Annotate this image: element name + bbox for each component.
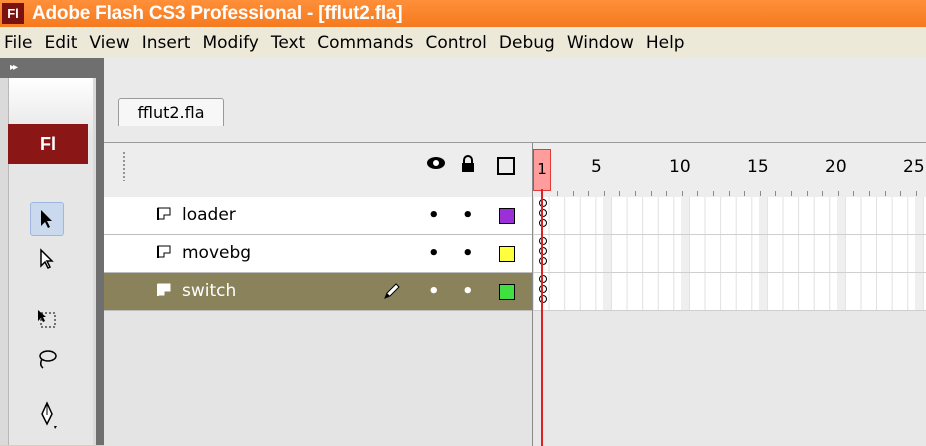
- layer-icon: [156, 283, 172, 301]
- free-transform-tool-icon[interactable]: [30, 302, 64, 336]
- timeline-grip[interactable]: [122, 151, 126, 181]
- lock-dot[interactable]: •: [462, 243, 474, 264]
- menu-control[interactable]: Control: [419, 33, 492, 53]
- ruler-tick: [837, 191, 839, 196]
- layer-name[interactable]: loader: [182, 205, 236, 225]
- frame-row-switch[interactable]: [533, 273, 926, 311]
- flash-logo: Fl: [8, 124, 88, 164]
- pen-tool-icon[interactable]: [30, 398, 64, 432]
- menu-text[interactable]: Text: [265, 33, 311, 53]
- layer-name[interactable]: movebg: [182, 243, 251, 263]
- pencil-icon: [382, 281, 402, 306]
- frame-ruler[interactable]: 5 10 15 20 25: [533, 143, 926, 198]
- layer-icon: [156, 245, 172, 263]
- visibility-dot[interactable]: •: [428, 281, 440, 302]
- selection-tool-icon[interactable]: [30, 202, 64, 236]
- visibility-dot[interactable]: •: [428, 243, 440, 264]
- ruler-tick: [900, 191, 902, 196]
- frames-panel: 5 10 15 20 25 1: [532, 143, 926, 446]
- ruler-label: 20: [825, 157, 847, 177]
- document-tab-fflut2[interactable]: fflut2.fla: [118, 98, 224, 126]
- menu-commands[interactable]: Commands: [311, 33, 419, 53]
- menu-view[interactable]: View: [83, 33, 135, 53]
- ruler-tick: [619, 191, 621, 196]
- ruler-tick: [775, 191, 777, 196]
- ruler-tick: [681, 191, 683, 196]
- outline-color-swatch[interactable]: [499, 208, 515, 224]
- layer-name[interactable]: switch: [182, 281, 236, 301]
- ruler-label: 10: [669, 157, 691, 177]
- playhead[interactable]: 1: [533, 149, 551, 191]
- ruler-tick: [713, 191, 714, 196]
- menu-edit[interactable]: Edit: [38, 33, 83, 53]
- ruler-tick: [759, 191, 761, 196]
- ruler-tick: [666, 191, 668, 196]
- visibility-dot[interactable]: •: [428, 205, 440, 226]
- layer-row-movebg[interactable]: movebg • •: [104, 235, 532, 273]
- document-window: fflut2.fla loader • • movebg • • switch …: [96, 58, 926, 446]
- ruler-tick: [635, 191, 636, 196]
- layer-row-loader[interactable]: loader • •: [104, 197, 532, 235]
- ruler-tick: [869, 191, 870, 196]
- outline-color-swatch[interactable]: [499, 246, 515, 262]
- layer-row-switch[interactable]: switch • •: [104, 273, 532, 311]
- lock-dot[interactable]: •: [462, 281, 474, 302]
- ruler-tick: [650, 191, 652, 196]
- ruler-tick: [915, 191, 917, 196]
- frame-row-loader[interactable]: [533, 197, 926, 235]
- ruler-tick: [728, 191, 730, 196]
- frame-row-movebg[interactable]: [533, 235, 926, 273]
- tools-panel: ▸▸ Fl: [0, 58, 96, 445]
- ruler-tick: [603, 191, 605, 196]
- layer-panel: loader • • movebg • • switch • •: [104, 143, 532, 446]
- outline-icon[interactable]: [497, 157, 515, 175]
- lock-dot[interactable]: •: [462, 205, 474, 226]
- ruler-label: 25: [903, 157, 925, 177]
- panel-collapse-icon[interactable]: ▸▸: [0, 58, 96, 78]
- ruler-tick: [822, 191, 824, 196]
- ruler-tick: [572, 191, 574, 196]
- ruler-tick: [744, 191, 746, 196]
- timeline: loader • • movebg • • switch • • 5 10 15…: [104, 142, 926, 446]
- ruler-tick: [853, 191, 855, 196]
- menu-debug[interactable]: Debug: [493, 33, 561, 53]
- layer-header: [104, 143, 532, 198]
- title-bar: Fl Adobe Flash CS3 Professional - [fflut…: [0, 0, 926, 27]
- ruler-label: 15: [747, 157, 769, 177]
- ruler-label: 5: [591, 157, 602, 177]
- layer-icon: [156, 207, 172, 225]
- playhead-line[interactable]: [541, 189, 543, 446]
- outline-color-swatch[interactable]: [499, 284, 515, 300]
- document-tabs: fflut2.fla: [104, 84, 926, 126]
- ruler-tick: [557, 191, 558, 196]
- lasso-tool-icon[interactable]: [30, 342, 64, 376]
- subselection-tool-icon[interactable]: [30, 242, 64, 276]
- ruler-tick: [588, 191, 590, 196]
- ruler-tick: [806, 191, 808, 196]
- menu-file[interactable]: File: [0, 33, 38, 53]
- ruler-tick: [884, 191, 886, 196]
- menu-modify[interactable]: Modify: [196, 33, 264, 53]
- lock-icon[interactable]: [460, 155, 476, 178]
- window-title: Adobe Flash CS3 Professional - [fflut2.f…: [32, 2, 403, 24]
- ruler-tick: [791, 191, 792, 196]
- menu-window[interactable]: Window: [561, 33, 640, 53]
- flash-app-icon[interactable]: Fl: [2, 3, 24, 24]
- ruler-tick: [697, 191, 699, 196]
- menu-help[interactable]: Help: [640, 33, 691, 53]
- document-area: fflut2.fla loader • • movebg • • switch …: [104, 58, 926, 446]
- menu-insert[interactable]: Insert: [136, 33, 197, 53]
- menu-bar: File Edit View Insert Modify Text Comman…: [0, 27, 926, 59]
- eye-icon[interactable]: [426, 155, 446, 176]
